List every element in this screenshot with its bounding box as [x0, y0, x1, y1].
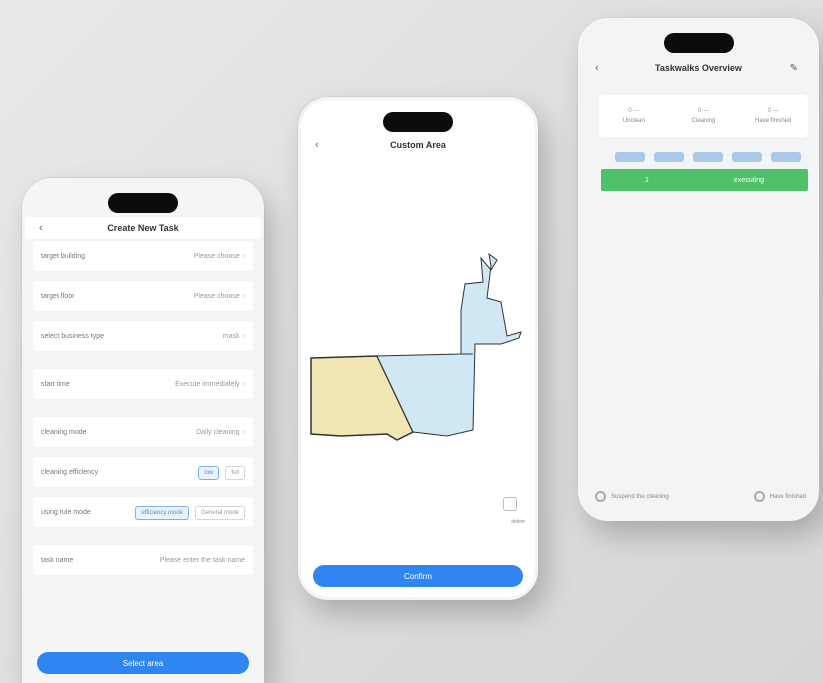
page-title: Create New Task: [107, 223, 179, 233]
back-icon[interactable]: ‹: [595, 62, 599, 74]
stat-label: Unclean: [622, 118, 645, 124]
check-icon: [753, 491, 765, 502]
phone-notch: [663, 33, 734, 53]
stat-label: Have finished: [755, 118, 792, 124]
robot-block: [693, 152, 723, 162]
nav-bar: ‹ Taskwalks Overview ✎: [581, 57, 816, 79]
suspend-label: Suspend the cleaning: [611, 493, 669, 500]
row-label: start time: [41, 380, 70, 388]
cleaning-efficiency-row: cleaning efficiency low full: [33, 457, 253, 487]
stat-label: Cleaning: [691, 118, 716, 124]
select-area-button[interactable]: Select area: [37, 652, 249, 674]
row-label: select business type: [41, 332, 105, 340]
chevron-right-icon: ›: [242, 428, 245, 436]
chevron-right-icon: ›: [242, 292, 245, 300]
row-label: using rule mode: [41, 508, 91, 516]
target-building-row[interactable]: target building Please choose ›: [33, 241, 253, 271]
row-label: task name: [41, 556, 74, 564]
progress-left-label: 1: [645, 176, 649, 184]
phone-notch: [383, 112, 453, 132]
efficiency-mode-option[interactable]: efficiency mode: [135, 505, 190, 520]
chevron-right-icon: ›: [242, 252, 245, 260]
row-value: Execute immediately: [175, 380, 240, 388]
row-label: cleaning efficiency: [41, 468, 99, 476]
floor-map[interactable]: [301, 240, 538, 460]
robot-blocks: [615, 152, 801, 162]
target-floor-row[interactable]: target floor Please choose ›: [33, 281, 253, 311]
task-name-row[interactable]: task name Please enter the task name: [33, 545, 253, 575]
row-value: Please choose: [193, 252, 240, 260]
pause-icon: [595, 491, 606, 502]
stat-num: 0 —: [698, 108, 710, 114]
back-icon[interactable]: ‹: [315, 139, 319, 151]
efficiency-low-option[interactable]: low: [198, 465, 220, 480]
chevron-right-icon: ›: [242, 332, 245, 340]
finish-label: Have finished: [769, 493, 806, 500]
chevron-right-icon: ›: [242, 380, 245, 388]
stat-num: 0 —: [628, 108, 640, 114]
efficiency-full-option[interactable]: full: [225, 465, 245, 480]
row-value: Daily cleaning: [196, 428, 240, 436]
general-mode-option[interactable]: General mode: [194, 505, 245, 520]
confirm-button[interactable]: Confirm: [313, 565, 523, 587]
finish-button[interactable]: Have finished: [753, 491, 806, 502]
row-value: Please choose: [193, 292, 240, 300]
start-time-row[interactable]: start time Execute immediately ›: [33, 369, 253, 399]
stat-finished[interactable]: 0 — Have finished: [738, 95, 808, 137]
phone-custom-area: ‹ Custom Area delete Confirm: [298, 97, 538, 600]
row-label: cleaning mode: [41, 428, 87, 436]
nav-bar: ‹ Create New Task: [25, 217, 261, 239]
edit-icon[interactable]: ✎: [790, 63, 798, 74]
phone-create-task: ‹ Create New Task target building Please…: [22, 178, 264, 683]
task-progress-bar[interactable]: 1 executing: [601, 169, 808, 191]
robot-block: [615, 152, 645, 162]
stats-bar: 0 — Unclean 0 — Cleaning 0 — Have finish…: [599, 95, 808, 137]
back-icon[interactable]: ‹: [39, 222, 43, 234]
rule-mode-row: using rule mode efficiency mode General …: [33, 497, 253, 527]
robot-block: [732, 152, 762, 162]
phone-notch: [108, 193, 178, 213]
phone-overview: ‹ Taskwalks Overview ✎ 0 — Unclean 0 — C…: [578, 18, 819, 521]
row-label: target building: [41, 252, 85, 260]
task-name-input[interactable]: Please enter the task name: [160, 557, 245, 564]
stat-cleaning[interactable]: 0 — Cleaning: [669, 95, 739, 137]
delete-tool-label: delete: [511, 519, 525, 525]
row-label: target floor: [41, 292, 75, 300]
delete-tool-icon[interactable]: [503, 497, 517, 511]
progress-status-label: executing: [734, 176, 764, 184]
task-form: target building Please choose › target fl…: [33, 241, 253, 575]
cleaning-mode-row[interactable]: cleaning mode Daily cleaning ›: [33, 417, 253, 447]
stat-num: 0 —: [767, 108, 779, 114]
business-type-row[interactable]: select business type mask ›: [33, 321, 253, 351]
robot-block: [654, 152, 684, 162]
nav-bar: ‹ Custom Area: [301, 134, 535, 156]
overview-footer: Suspend the cleaning Have finished: [595, 491, 806, 502]
stat-unclean[interactable]: 0 — Unclean: [599, 95, 669, 137]
robot-block: [771, 152, 801, 162]
page-title: Custom Area: [390, 140, 446, 150]
suspend-cleaning-button[interactable]: Suspend the cleaning: [595, 491, 669, 502]
page-title: Taskwalks Overview: [655, 63, 742, 73]
row-value: mask: [222, 332, 240, 340]
